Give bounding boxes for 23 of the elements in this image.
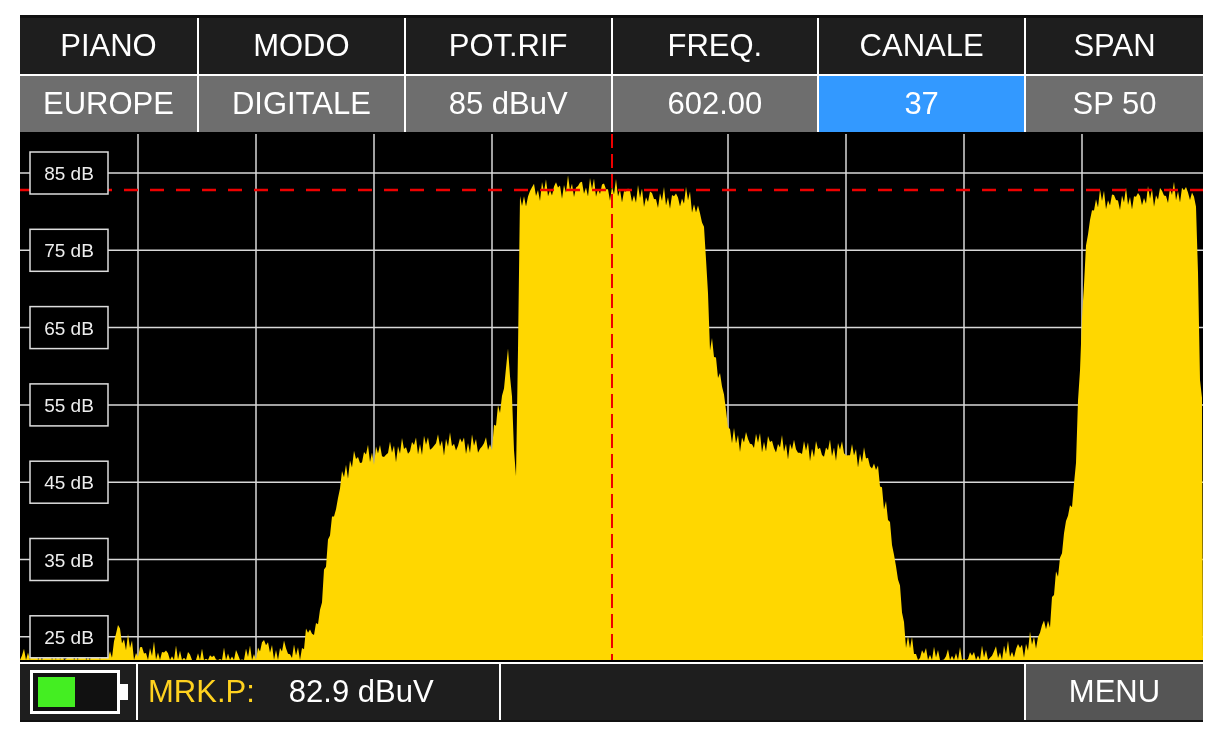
y-axis-label: 35 dB [29,537,109,582]
y-axis-label: 65 dB [29,305,109,350]
parameter-title: POT.RIF [405,18,611,74]
battery-icon [30,670,129,714]
menu-button[interactable]: MENU [1026,664,1203,720]
marker-value: 82.9 dBuV [288,674,434,710]
parameter-title: CANALE [819,18,1024,74]
marker-label: MRK.P: [148,674,255,710]
parameter-value[interactable]: 37 [819,76,1024,132]
parameter-title: MODO [199,18,404,74]
parameter-title: PIANO [20,18,197,74]
parameter-value[interactable]: 85 dBuV [405,76,611,132]
parameter-value[interactable]: 602.00 [612,76,818,132]
parameter-value[interactable]: EUROPE [20,76,197,132]
parameter-value[interactable]: SP 50 [1026,76,1203,132]
y-axis-label: 55 dB [29,383,109,427]
y-axis-label: 85 dB [29,151,109,195]
y-axis-label: 45 dB [29,460,109,504]
parameter-title: FREQ. [612,18,818,74]
y-axis-label: 25 dB [29,615,109,659]
y-axis-label: 75 dB [29,228,109,273]
parameter-value[interactable]: DIGITALE [199,76,404,132]
parameter-title: SPAN [1026,18,1203,74]
